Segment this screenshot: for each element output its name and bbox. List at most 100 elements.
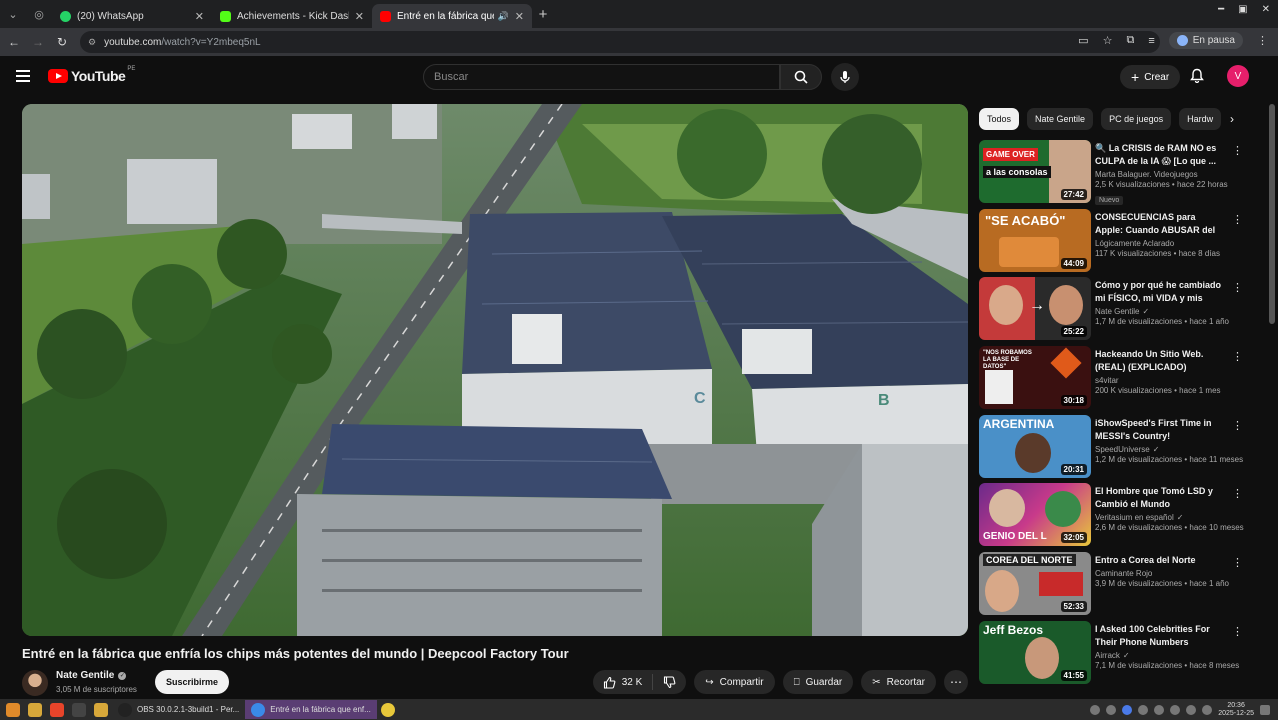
channel-name[interactable]: s4vitar bbox=[1095, 376, 1225, 385]
reload-icon[interactable]: ↻ bbox=[50, 35, 74, 49]
save-button[interactable]: ⎕ Guardar bbox=[782, 670, 854, 694]
channel-name[interactable]: Caminante Rojo bbox=[1095, 569, 1225, 578]
browser-menu-icon[interactable]: ⋮ bbox=[1257, 34, 1268, 47]
back-icon[interactable]: ← bbox=[2, 35, 26, 49]
tray-app-icon[interactable] bbox=[1106, 705, 1117, 715]
account-avatar[interactable]: V bbox=[1227, 65, 1249, 87]
close-icon[interactable]: ✕ bbox=[515, 10, 524, 23]
terminal-icon[interactable] bbox=[72, 702, 86, 717]
minimize-icon[interactable]: ━ bbox=[1218, 4, 1224, 15]
voice-search-button[interactable] bbox=[831, 63, 859, 91]
extension-icon[interactable]: ◎ bbox=[26, 0, 52, 28]
recommendation-item[interactable]: GAME OVER a las consolas 27:42 🔍 La CRIS… bbox=[979, 140, 1249, 209]
more-options-icon[interactable]: ⋮ bbox=[1232, 625, 1243, 638]
video-thumbnail[interactable]: "SE ACABÓ" 44:09 bbox=[979, 208, 1091, 272]
channel-avatar[interactable] bbox=[22, 670, 48, 696]
recommendation-item[interactable]: → 25:22 Cómo y por qué he cambiado mi FÍ… bbox=[979, 277, 1249, 346]
more-options-icon[interactable]: ⋮ bbox=[1232, 213, 1243, 226]
channel-name[interactable]: Nate Gentile ✓ bbox=[1095, 307, 1225, 316]
more-options-icon[interactable]: ⋮ bbox=[1232, 556, 1243, 569]
system-clock[interactable]: 20:36 2025-12-25 bbox=[1218, 702, 1254, 718]
channel-name-container[interactable]: Nate Gentile ✓ bbox=[56, 670, 127, 681]
volume-icon[interactable] bbox=[1202, 705, 1213, 715]
video-thumbnail[interactable]: ARGENTINA 20:31 bbox=[979, 414, 1091, 478]
video-title[interactable]: CONSECUENCIAS para Apple: Cuando ABUSAR … bbox=[1095, 211, 1225, 237]
browser-tab-whatsapp[interactable]: (20) WhatsApp ✕ bbox=[52, 4, 212, 28]
channel-name[interactable]: Veritasium en español ✓ bbox=[1095, 513, 1225, 522]
video-thumbnail[interactable]: GAME OVER a las consolas 27:42 bbox=[979, 140, 1091, 203]
bookmark-star-icon[interactable]: ☆ bbox=[1103, 34, 1113, 47]
recommendation-item[interactable]: COREA DEL NORTE 52:33 Entro a Corea del … bbox=[979, 552, 1249, 621]
dislike-button[interactable] bbox=[653, 675, 686, 689]
tray-app-icon[interactable] bbox=[1090, 705, 1101, 715]
file-manager-icon[interactable] bbox=[28, 702, 42, 717]
like-button[interactable]: 32 K bbox=[593, 674, 654, 690]
brave-icon[interactable] bbox=[50, 702, 64, 717]
taskbar-app-obs[interactable]: OBS 30.0.2.1-3build1 - Per... bbox=[112, 700, 245, 719]
clip-button[interactable]: ✂ Recortar bbox=[861, 670, 936, 694]
clipboard-icon[interactable] bbox=[1154, 705, 1165, 715]
create-button[interactable]: + Crear bbox=[1120, 65, 1181, 89]
search-button[interactable] bbox=[780, 64, 822, 90]
speaker-icon[interactable]: 🔊 bbox=[498, 11, 509, 22]
more-actions-button[interactable]: ⋯ bbox=[944, 670, 968, 694]
close-icon[interactable]: ✕ bbox=[195, 10, 204, 23]
start-menu-icon[interactable] bbox=[6, 702, 20, 717]
channel-name[interactable]: SpeedUniverse ✓ bbox=[1095, 445, 1225, 454]
video-thumbnail[interactable]: Jeff Bezos 41:55 bbox=[979, 620, 1091, 684]
video-title[interactable]: Hackeando Un Sitio Web. (REAL) (EXPLICAD… bbox=[1095, 348, 1225, 374]
forward-icon[interactable]: → bbox=[26, 35, 50, 49]
youtube-logo[interactable]: YouTube PE bbox=[48, 66, 135, 84]
subscribe-button[interactable]: Suscribirme bbox=[155, 670, 230, 694]
video-thumbnail[interactable]: GENIO DEL L 32:05 bbox=[979, 483, 1091, 547]
recommendation-item[interactable]: "NOS ROBAMOS LA BASE DE DATOS" 30:18 Hac… bbox=[979, 346, 1249, 415]
more-options-icon[interactable]: ⋮ bbox=[1232, 419, 1243, 432]
more-options-icon[interactable]: ⋮ bbox=[1232, 487, 1243, 500]
maximize-icon[interactable]: ▣ bbox=[1238, 4, 1247, 15]
taskbar-app-browser[interactable]: Entré en la fábrica que enf... bbox=[245, 700, 377, 719]
channel-name[interactable]: Lógicamente Aclarado bbox=[1095, 239, 1225, 248]
video-title[interactable]: I Asked 100 Celebrities For Their Phone … bbox=[1095, 623, 1225, 649]
chevron-right-icon[interactable]: › bbox=[1222, 108, 1242, 130]
chip-todos[interactable]: Todos bbox=[979, 108, 1020, 130]
extensions-icon[interactable]: ⧉ bbox=[1126, 34, 1134, 47]
more-options-icon[interactable]: ⋮ bbox=[1232, 281, 1243, 294]
updates-icon[interactable] bbox=[1170, 705, 1181, 715]
profile-pause-button[interactable]: En pausa bbox=[1168, 32, 1243, 49]
chip-hardware[interactable]: Hardw bbox=[1179, 108, 1222, 130]
video-title[interactable]: 🔍 La CRISIS de RAM NO es CULPA de la IA … bbox=[1095, 142, 1225, 168]
site-info-icon[interactable]: ⚙ bbox=[88, 37, 96, 48]
tab-search-icon[interactable]: ⌄ bbox=[0, 0, 26, 28]
media-control-icon[interactable]: ≡ bbox=[1148, 35, 1154, 47]
recommendation-item[interactable]: "SE ACABÓ" 44:09 CONSECUENCIAS para Appl… bbox=[979, 208, 1249, 278]
video-title[interactable]: Entro a Corea del Norte bbox=[1095, 554, 1225, 567]
recommendation-item[interactable]: Jeff Bezos 41:55 I Asked 100 Celebrities… bbox=[979, 620, 1249, 690]
recommendation-item[interactable]: ARGENTINA 20:31 iShowSpeed's First Time … bbox=[979, 414, 1249, 484]
show-desktop-icon[interactable] bbox=[1260, 705, 1270, 715]
chip-pc-de-juegos[interactable]: PC de juegos bbox=[1101, 108, 1172, 130]
video-thumbnail[interactable]: "NOS ROBAMOS LA BASE DE DATOS" 30:18 bbox=[979, 346, 1091, 410]
search-input[interactable]: Buscar bbox=[423, 64, 780, 90]
bluetooth-icon[interactable] bbox=[1122, 705, 1133, 715]
browser-tab-youtube[interactable]: Entré en la fábrica que e 🔊 ✕ bbox=[372, 4, 532, 28]
more-options-icon[interactable]: ⋮ bbox=[1232, 144, 1243, 157]
url-field[interactable]: ⚙ youtube.com/watch?v=Y2mbeq5nL bbox=[80, 31, 1160, 53]
video-thumbnail[interactable]: → 25:22 bbox=[979, 277, 1091, 341]
more-options-icon[interactable]: ⋮ bbox=[1232, 350, 1243, 363]
video-player[interactable]: C B bbox=[22, 104, 968, 636]
chrome-pinned-icon[interactable] bbox=[380, 702, 395, 717]
hamburger-menu-icon[interactable] bbox=[16, 70, 30, 85]
page-scrollbar[interactable] bbox=[1269, 104, 1275, 324]
folder-icon[interactable] bbox=[94, 702, 108, 717]
close-window-icon[interactable]: ✕ bbox=[1262, 4, 1270, 15]
browser-tab-kick[interactable]: Achievements - Kick Dashbo ✕ bbox=[212, 4, 372, 28]
video-thumbnail[interactable]: COREA DEL NORTE 52:33 bbox=[979, 552, 1091, 616]
notifications-button[interactable] bbox=[1190, 68, 1204, 88]
share-button[interactable]: ↪ Compartir bbox=[694, 670, 775, 694]
video-title[interactable]: iShowSpeed's First Time in MESSI's Count… bbox=[1095, 417, 1225, 443]
tray-app-icon[interactable] bbox=[1138, 705, 1149, 715]
network-icon[interactable] bbox=[1186, 705, 1197, 715]
video-title[interactable]: Cómo y por qué he cambiado mi FÍSICO, mi… bbox=[1095, 279, 1225, 305]
channel-name[interactable]: Airrack ✓ bbox=[1095, 651, 1225, 660]
new-tab-button[interactable]: + bbox=[532, 6, 554, 23]
